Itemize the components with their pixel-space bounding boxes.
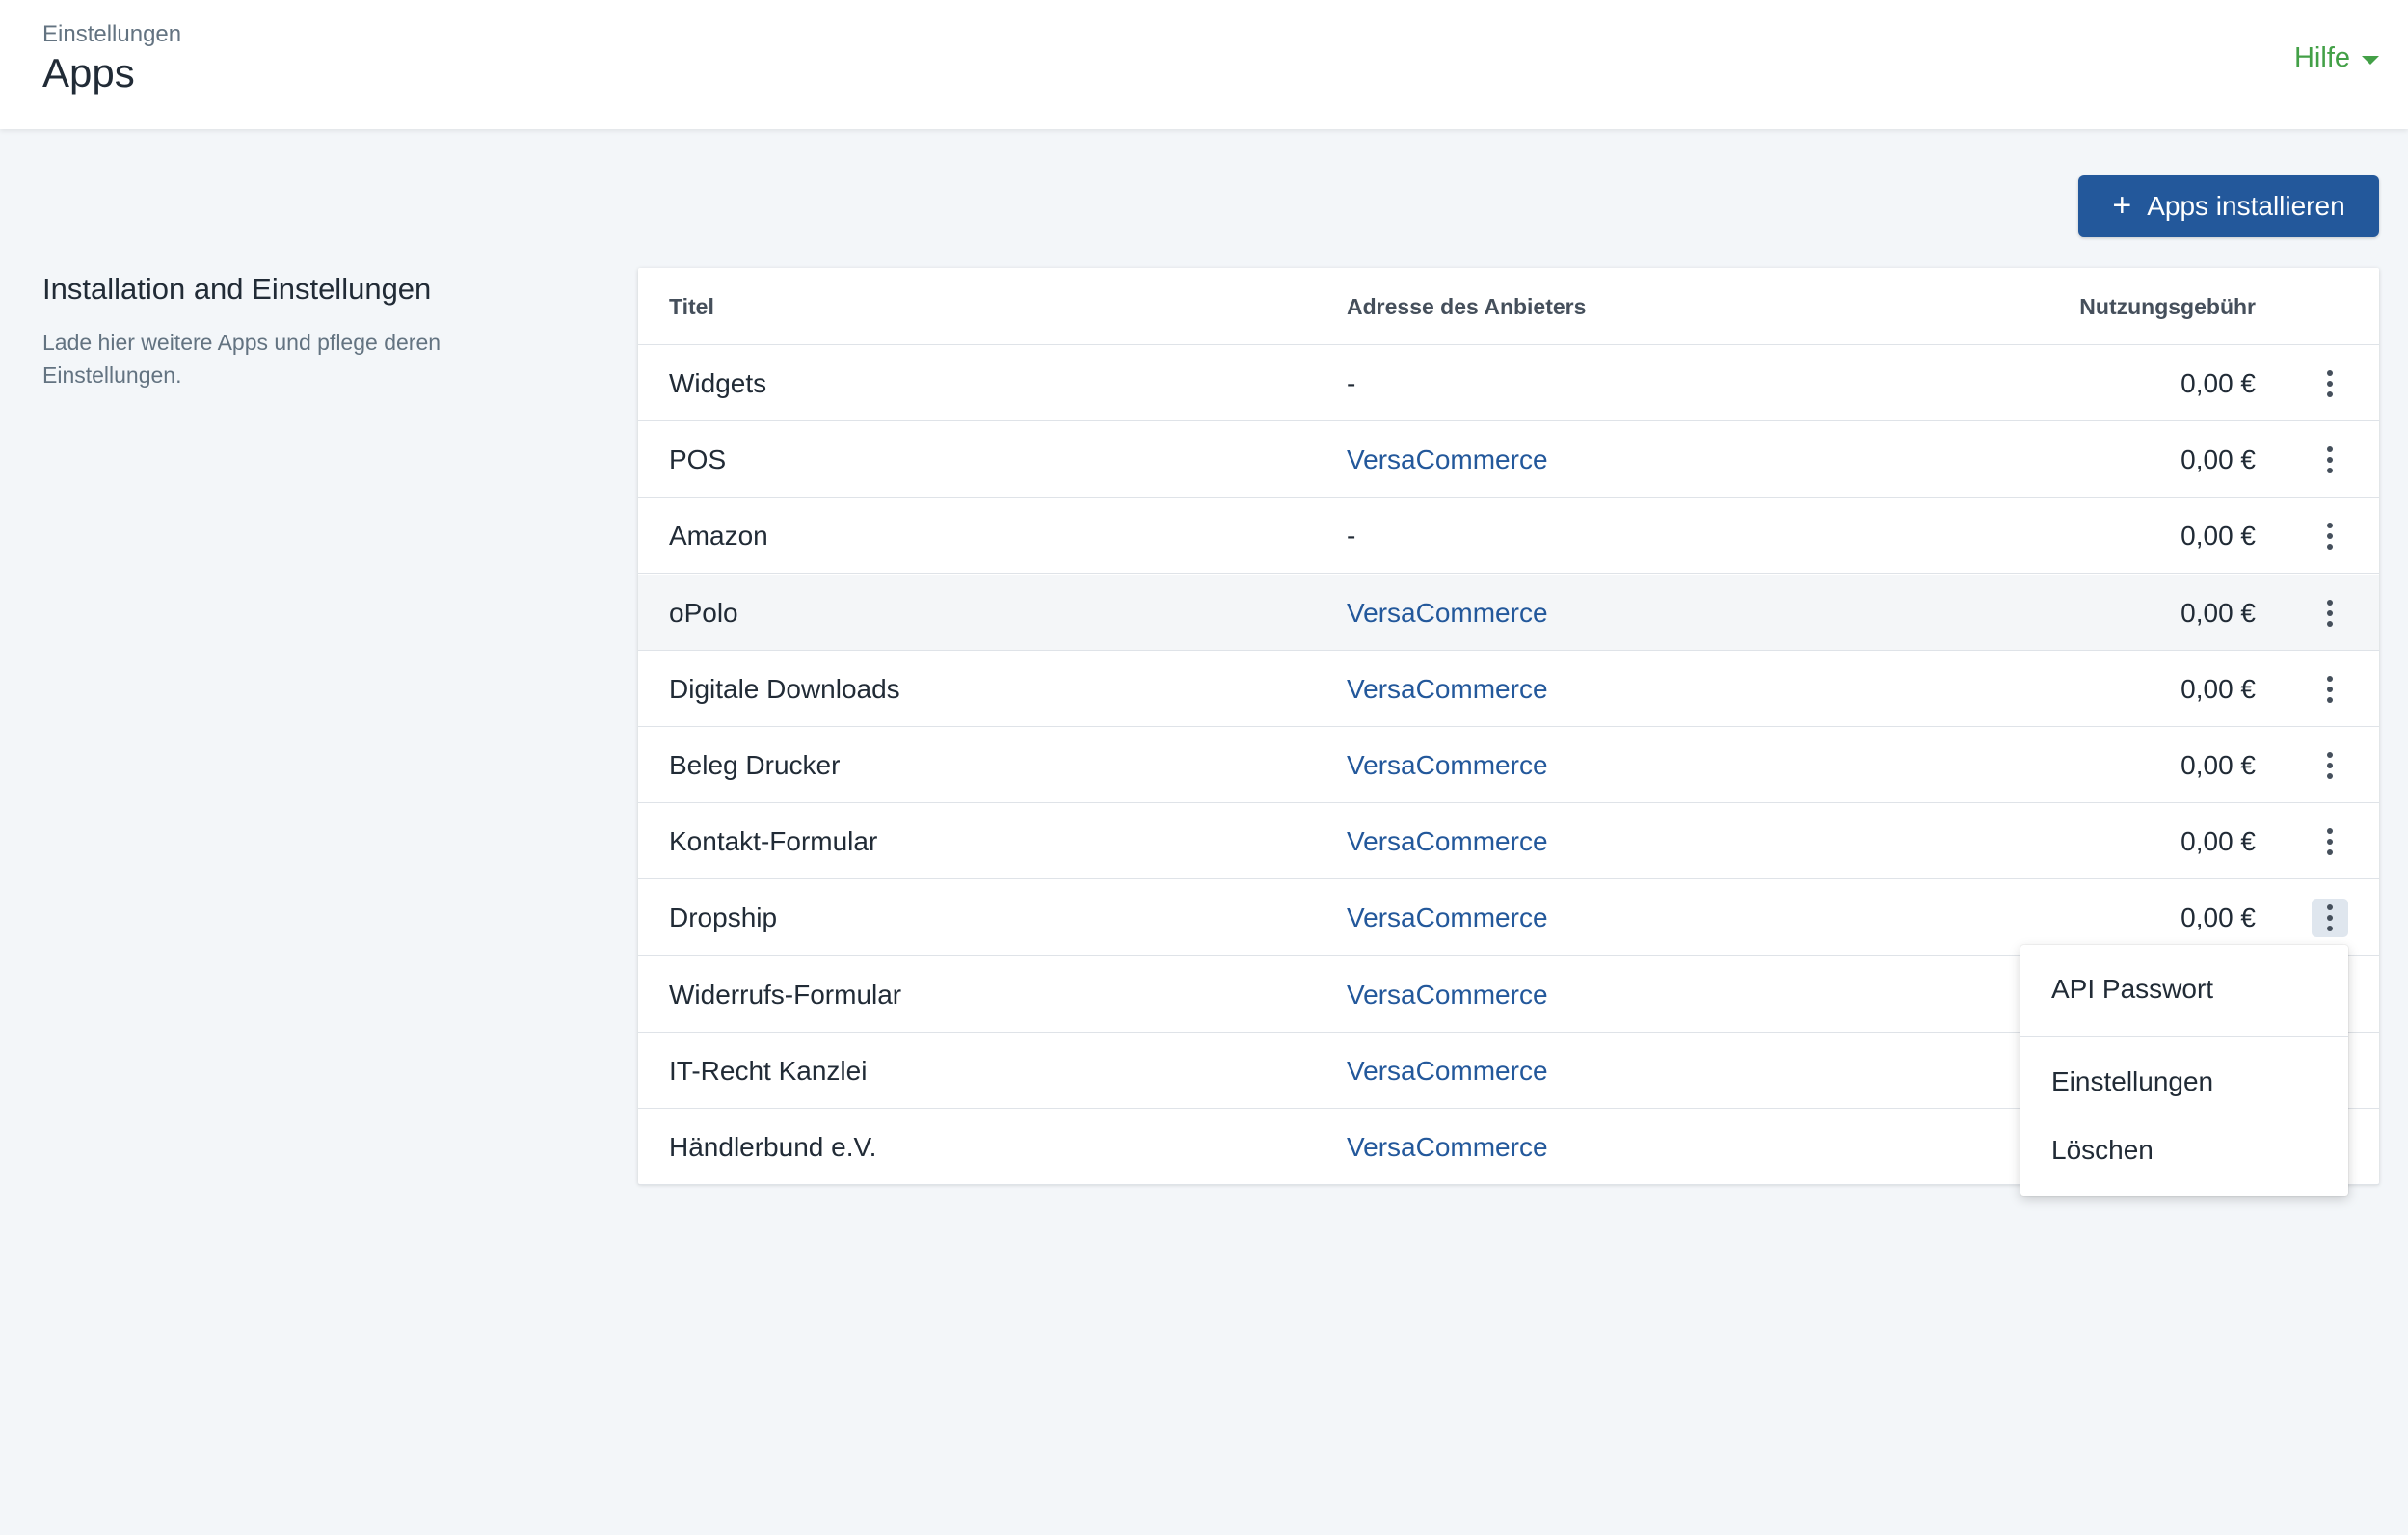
breadcrumb[interactable]: Einstellungen: [42, 21, 181, 48]
usage-fee: 0,00 €: [2181, 444, 2256, 475]
menu-divider: [2020, 1036, 2348, 1037]
table-row[interactable]: Amazon - 0,00 €: [638, 498, 2379, 575]
app-title[interactable]: Beleg Drucker: [669, 727, 840, 803]
menu-dot: [2327, 620, 2333, 627]
vendor-link[interactable]: VersaCommerce: [1347, 1033, 1548, 1109]
more-vertical-icon[interactable]: [2312, 670, 2348, 709]
menu-dot: [2327, 686, 2333, 692]
menu-dot: [2327, 533, 2333, 540]
menu-item-delete[interactable]: Löschen: [2051, 1135, 2154, 1166]
menu-dot: [2327, 391, 2333, 397]
vendor-link[interactable]: VersaCommerce: [1347, 421, 1548, 498]
app-title[interactable]: Dropship: [669, 879, 777, 956]
vendor-link[interactable]: VersaCommerce: [1347, 1109, 1548, 1185]
section-title: Installation and Einstellungen: [42, 272, 432, 306]
usage-fee: 0,00 €: [2181, 521, 2256, 552]
install-apps-label: Apps installieren: [2147, 191, 2345, 221]
menu-dot: [2327, 370, 2333, 376]
menu-dot: [2327, 544, 2333, 551]
more-vertical-icon[interactable]: [2312, 364, 2348, 403]
plus-icon: +: [2112, 186, 2132, 224]
vendor-empty: -: [1347, 521, 1356, 552]
table-row[interactable]: Kontakt-Formular VersaCommerce 0,00 €: [638, 803, 2379, 880]
table-row[interactable]: oPolo VersaCommerce 0,00 €: [638, 574, 2379, 651]
menu-dot: [2327, 904, 2333, 911]
usage-fee: 0,00 €: [2181, 826, 2256, 857]
vendor-link[interactable]: VersaCommerce: [1347, 956, 1548, 1033]
menu-dot: [2327, 468, 2333, 474]
vendor-link[interactable]: VersaCommerce: [1347, 575, 1548, 651]
table-row[interactable]: Widgets - 0,00 €: [638, 345, 2379, 421]
app-title[interactable]: IT-Recht Kanzlei: [669, 1033, 867, 1109]
table-row[interactable]: Beleg Drucker VersaCommerce 0,00 €: [638, 727, 2379, 803]
vendor-link[interactable]: VersaCommerce: [1347, 803, 1548, 879]
app-title[interactable]: POS: [669, 421, 726, 498]
menu-dot: [2327, 763, 2333, 768]
menu-dot: [2327, 696, 2333, 703]
menu-dot: [2327, 926, 2333, 932]
menu-dot: [2327, 457, 2333, 464]
page-title: Apps: [42, 50, 135, 95]
help-label: Hilfe: [2293, 42, 2350, 73]
menu-dot: [2327, 599, 2333, 606]
column-header-title[interactable]: Titel: [669, 268, 714, 345]
usage-fee: 0,00 €: [2181, 673, 2256, 704]
more-vertical-icon[interactable]: [2312, 899, 2348, 938]
vendor-link[interactable]: VersaCommerce: [1347, 879, 1548, 956]
app-title[interactable]: Digitale Downloads: [669, 651, 900, 727]
column-header-fee[interactable]: Nutzungsgebühr: [2079, 268, 2256, 345]
row-actions-dropdown: API Passwort Einstellungen Löschen: [2020, 945, 2348, 1196]
vendor-link[interactable]: VersaCommerce: [1347, 651, 1548, 727]
menu-dot: [2327, 773, 2333, 779]
install-apps-button[interactable]: + Apps installieren: [2078, 175, 2379, 237]
table-row[interactable]: Digitale Downloads VersaCommerce 0,00 €: [638, 651, 2379, 727]
app-title[interactable]: Widgets: [669, 345, 766, 421]
menu-dot: [2327, 839, 2333, 846]
app-title[interactable]: Widerrufs-Formular: [669, 956, 901, 1033]
menu-dot: [2327, 915, 2333, 922]
column-header-vendor[interactable]: Adresse des Anbieters: [1347, 268, 1586, 345]
app-title[interactable]: Händlerbund e.V.: [669, 1109, 876, 1185]
menu-item-api-password[interactable]: API Passwort: [2051, 974, 2213, 1005]
more-vertical-icon[interactable]: [2312, 594, 2348, 633]
menu-dot: [2327, 381, 2333, 387]
app-title[interactable]: Amazon: [669, 498, 768, 574]
menu-dot: [2327, 446, 2333, 453]
vendor-empty: -: [1347, 368, 1356, 398]
menu-dot: [2327, 675, 2333, 682]
usage-fee: 0,00 €: [2181, 750, 2256, 780]
app-title[interactable]: oPolo: [669, 575, 738, 651]
menu-dot: [2327, 828, 2333, 835]
table-header: Titel Adresse des Anbieters Nutzungsgebü…: [638, 268, 2379, 345]
menu-dot: [2327, 752, 2333, 758]
usage-fee: 0,00 €: [2181, 597, 2256, 628]
more-vertical-icon[interactable]: [2312, 822, 2348, 861]
more-vertical-icon[interactable]: [2312, 441, 2348, 479]
more-vertical-icon[interactable]: [2312, 517, 2348, 555]
vendor-link[interactable]: VersaCommerce: [1347, 727, 1548, 803]
menu-dot: [2327, 609, 2333, 616]
section-description: Lade hier weitere Apps und pflege deren …: [42, 330, 441, 388]
menu-dot: [2327, 849, 2333, 856]
table-row[interactable]: POS VersaCommerce 0,00 €: [638, 421, 2379, 498]
help-menu[interactable]: Hilfe: [2294, 42, 2379, 74]
more-vertical-icon[interactable]: [2312, 746, 2348, 785]
chevron-down-icon: [2362, 56, 2379, 65]
page-header: Einstellungen Apps Hilfe: [0, 0, 2408, 129]
menu-item-settings[interactable]: Einstellungen: [2051, 1066, 2213, 1097]
app-title[interactable]: Kontakt-Formular: [669, 803, 877, 879]
usage-fee: 0,00 €: [2181, 368, 2256, 398]
menu-dot: [2327, 523, 2333, 529]
